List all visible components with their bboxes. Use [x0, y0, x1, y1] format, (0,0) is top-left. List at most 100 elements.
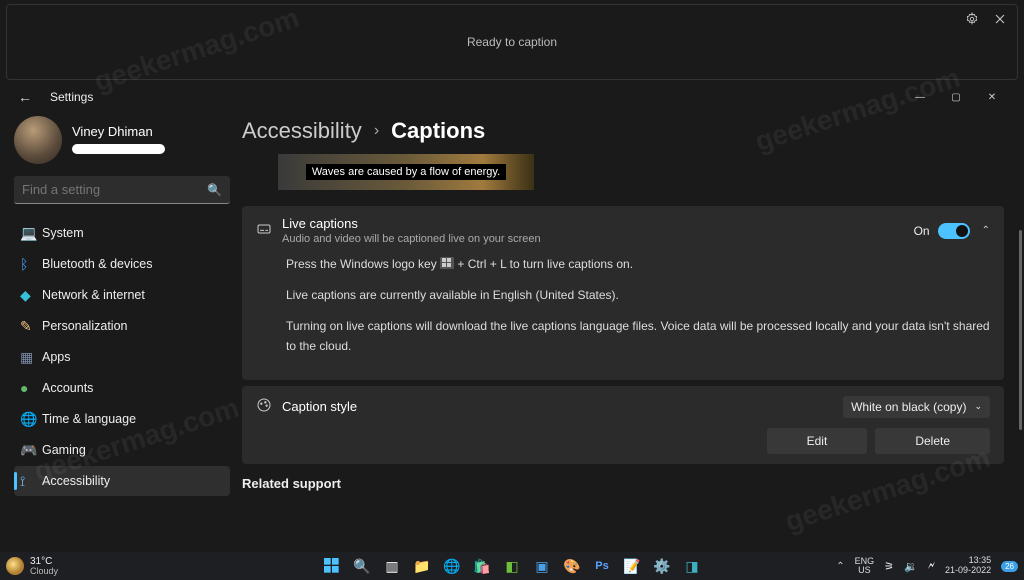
caption-style-select[interactable]: White on black (copy) ⌄ — [843, 396, 990, 418]
live-captions-body: Press the Windows logo key + Ctrl + L to… — [256, 245, 990, 370]
search-box[interactable]: 🔍 — [14, 176, 230, 204]
app-teal-icon[interactable]: ◨ — [678, 554, 706, 578]
live-captions-toggle[interactable] — [938, 223, 970, 239]
caption-preview: Waves are caused by a flow of energy. — [242, 154, 1004, 190]
sidebar-item-label: Apps — [42, 350, 71, 364]
search-input[interactable] — [22, 182, 207, 197]
breadcrumb-parent[interactable]: Accessibility — [242, 118, 362, 144]
windows-key-icon — [440, 257, 454, 269]
sidebar-item-accounts[interactable]: ●Accounts — [14, 373, 230, 403]
clock[interactable]: 13:35 21-09-2022 — [945, 556, 991, 576]
language-indicator[interactable]: ENG US — [855, 557, 875, 575]
tray-chevron-up-icon[interactable]: ⌃ — [836, 561, 844, 572]
sidebar-item-network-internet[interactable]: ◆Network & internet — [14, 280, 230, 310]
palette-icon — [256, 397, 282, 417]
sidebar-item-label: Gaming — [42, 443, 86, 457]
search-icon: 🔍 — [207, 183, 222, 197]
profile-email: hidden@outlook.com — [72, 144, 165, 154]
file-explorer-icon[interactable]: 📁 — [408, 554, 436, 578]
sidebar-item-label: Time & language — [42, 412, 136, 426]
window-close-button[interactable]: ✕ — [974, 86, 1010, 108]
battery-icon[interactable]: 🗲 — [928, 560, 935, 573]
personalization-icon: ✎ — [20, 318, 42, 335]
store-icon[interactable]: 🛍️ — [468, 554, 496, 578]
sidebar-item-personalization[interactable]: ✎Personalization — [14, 311, 230, 341]
notification-badge[interactable]: 26 — [1001, 561, 1018, 572]
sidebar-item-apps[interactable]: ▦Apps — [14, 342, 230, 372]
avatar — [14, 116, 62, 164]
window-header: ← Settings — ▢ ✕ — [0, 80, 1024, 110]
profile[interactable]: Viney Dhiman hidden@outlook.com — [14, 116, 230, 164]
related-support-heading: Related support — [242, 476, 1004, 491]
captions-icon — [256, 221, 282, 241]
gaming-icon: 🎮 — [20, 442, 42, 459]
back-arrow-icon[interactable]: ← — [18, 89, 32, 105]
taskbar-center: 🔍 ▥ 📁 🌐 🛍️ ◧ ▣ 🎨 Ps 📝 ⚙️ ◨ — [318, 554, 706, 578]
app-title: Settings — [50, 90, 902, 104]
lc-line3: Turning on live captions will download t… — [286, 317, 990, 355]
sidebar-item-label: Accessibility — [42, 474, 110, 488]
weather-icon — [6, 557, 24, 575]
profile-name: Viney Dhiman — [72, 124, 165, 139]
sidebar-item-gaming[interactable]: 🎮Gaming — [14, 435, 230, 465]
live-captions-title: Live captions — [282, 216, 914, 231]
lc-line1: Press the Windows logo key + Ctrl + L to… — [286, 255, 990, 274]
minimize-button[interactable]: — — [902, 86, 938, 108]
close-icon[interactable] — [985, 5, 1015, 33]
sidebar-item-time-language[interactable]: 🌐Time & language — [14, 404, 230, 434]
photoshop-icon[interactable]: Ps — [588, 554, 616, 578]
sidebar-item-label: Bluetooth & devices — [42, 257, 153, 271]
caption-bar-text: Ready to caption — [467, 35, 557, 49]
volume-icon[interactable]: 🔉 — [904, 560, 918, 573]
app-blue-icon[interactable]: ▣ — [528, 554, 556, 578]
apps-icon: ▦ — [20, 349, 42, 366]
sidebar-item-label: System — [42, 226, 84, 240]
maximize-button[interactable]: ▢ — [938, 86, 974, 108]
breadcrumb: Accessibility › Captions — [242, 110, 1004, 154]
live-captions-card: Live captions Audio and video will be ca… — [242, 206, 1004, 380]
wifi-icon[interactable]: ⚞ — [884, 560, 894, 573]
chevron-right-icon: › — [374, 122, 379, 140]
app-green-icon[interactable]: ◧ — [498, 554, 526, 578]
caption-style-row: Caption style White on black (copy) ⌄ — [256, 396, 990, 418]
caption-style-title: Caption style — [282, 399, 843, 414]
paint-icon[interactable]: 🎨 — [558, 554, 586, 578]
vertical-scrollbar[interactable] — [1019, 230, 1022, 430]
live-captions-subtitle: Audio and video will be captioned live o… — [282, 233, 914, 245]
chevron-down-icon: ⌄ — [974, 401, 982, 412]
task-view-icon[interactable]: ▥ — [378, 554, 406, 578]
accessibility-icon: ⟟ — [20, 473, 42, 490]
sidebar-item-label: Accounts — [42, 381, 93, 395]
system-icon: 💻 — [20, 225, 42, 242]
live-captions-header[interactable]: Live captions Audio and video will be ca… — [256, 216, 990, 245]
sidebar-item-accessibility[interactable]: ⟟Accessibility — [14, 466, 230, 496]
gear-icon[interactable] — [957, 5, 987, 33]
accounts-icon: ● — [20, 380, 42, 396]
caption-style-card: Caption style White on black (copy) ⌄ Ed… — [242, 386, 1004, 464]
chevron-up-icon[interactable]: ⌃ — [982, 225, 990, 236]
search-taskbar-icon[interactable]: 🔍 — [348, 554, 376, 578]
weather-condition: Cloudy — [30, 567, 58, 576]
preview-caption-text: Waves are caused by a flow of energy. — [306, 164, 506, 180]
temperature: 31°C — [30, 557, 58, 567]
weather-widget[interactable]: 31°C Cloudy — [6, 557, 58, 576]
main-layout: Viney Dhiman hidden@outlook.com 🔍 💻Syste… — [0, 110, 1024, 552]
edge-icon[interactable]: 🌐 — [438, 554, 466, 578]
live-captions-bar: Ready to caption — [6, 4, 1018, 80]
preview-thumbnail[interactable]: Waves are caused by a flow of energy. — [278, 154, 534, 190]
start-button[interactable] — [318, 554, 346, 578]
time-language-icon: 🌐 — [20, 411, 42, 428]
sidebar-item-label: Personalization — [42, 319, 127, 333]
system-tray[interactable]: ⌃ ENG US ⚞ 🔉 🗲 13:35 21-09-2022 26 — [836, 556, 1018, 576]
delete-button[interactable]: Delete — [875, 428, 990, 454]
toggle-state-label: On — [914, 224, 930, 238]
edit-button[interactable]: Edit — [767, 428, 868, 454]
bluetooth-devices-icon: ᛒ — [20, 256, 42, 272]
notepad-icon[interactable]: 📝 — [618, 554, 646, 578]
lc-line2: Live captions are currently available in… — [286, 286, 990, 305]
settings-taskbar-icon[interactable]: ⚙️ — [648, 554, 676, 578]
sidebar-item-bluetooth-devices[interactable]: ᛒBluetooth & devices — [14, 249, 230, 279]
page-title: Captions — [391, 118, 485, 144]
content-pane: Accessibility › Captions Waves are cause… — [238, 110, 1024, 552]
sidebar-item-system[interactable]: 💻System — [14, 218, 230, 248]
